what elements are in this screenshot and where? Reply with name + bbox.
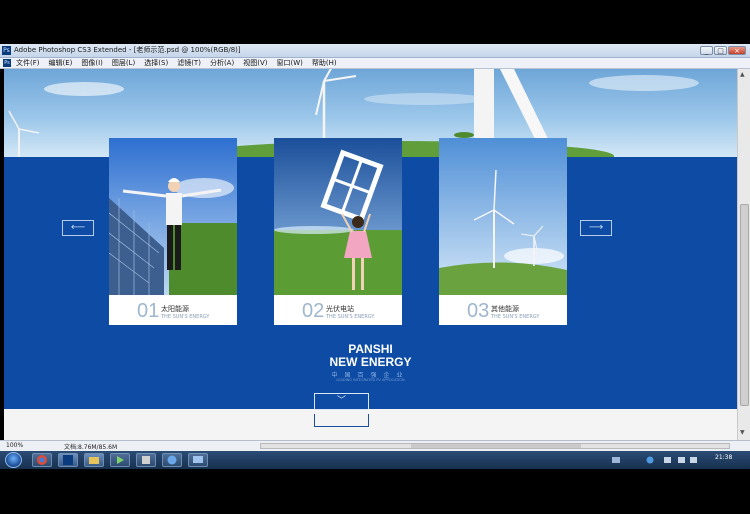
window-title-bar: Ps Adobe Photoshop CS3 Extended - [老师示范.…	[0, 44, 750, 58]
horizontal-scrollbar-thumb[interactable]	[411, 444, 581, 448]
scroll-down-arrow-icon[interactable]: ▼	[740, 429, 745, 436]
document-size: 文档:8.76M/85.6M	[64, 444, 118, 451]
maximize-button[interactable]: □	[714, 46, 727, 55]
chrome-icon[interactable]	[32, 453, 52, 467]
menu-item-layer[interactable]: 图层(L)	[112, 58, 135, 69]
close-button[interactable]: ×	[728, 46, 746, 55]
photoshop-icon[interactable]	[58, 453, 78, 467]
media-icon[interactable]	[110, 453, 130, 467]
status-bar: 100% 文档:8.76M/85.6M	[0, 440, 750, 451]
vertical-scrollbar[interactable]: ▲ ▼	[737, 69, 750, 440]
card-solar-energy[interactable]: 01 太阳能源 THE SUN'S ENERGY	[109, 138, 237, 325]
menu-item-filter[interactable]: 滤镜(T)	[177, 58, 201, 69]
start-button[interactable]	[5, 452, 22, 468]
bottom-white-area	[4, 409, 737, 440]
scroll-down-button[interactable]: ﹀	[314, 393, 369, 410]
card-photo-solar	[109, 138, 237, 295]
taskbar	[0, 451, 750, 469]
menu-item-file[interactable]: 文件(F)	[16, 58, 40, 69]
scrollbar-thumb[interactable]	[740, 204, 749, 406]
horizontal-scrollbar[interactable]	[260, 443, 730, 449]
menu-item-edit[interactable]: 编辑(E)	[49, 58, 73, 69]
card-title: 其他能源	[491, 305, 519, 313]
document-canvas[interactable]: ⟵ ⟶ 01 太阳能源 THE SUN'S ENERGY 02 光伏电站 THE…	[4, 69, 737, 440]
menu-item-analysis[interactable]: 分析(A)	[210, 58, 234, 69]
scroll-up-arrow-icon[interactable]: ▲	[740, 71, 745, 78]
zoom-level[interactable]: 100%	[6, 442, 23, 449]
menu-item-view[interactable]: 视图(V)	[243, 58, 267, 69]
minimize-button[interactable]: _	[700, 46, 713, 55]
card-photo-wind	[439, 138, 567, 295]
photoshop-menu-icon[interactable]: Ps	[3, 59, 11, 67]
help-icon[interactable]	[162, 453, 182, 467]
app-icon[interactable]	[136, 453, 156, 467]
menu-item-help[interactable]: 帮助(H)	[312, 58, 337, 69]
menu-item-select[interactable]: 选择(S)	[144, 58, 168, 69]
card-number: 01	[137, 300, 160, 322]
photoshop-icon: Ps	[2, 46, 11, 55]
card-photo-pv	[274, 138, 402, 295]
card-other-energy[interactable]: 03 其他能源 THE SUN'S ENERGY	[439, 138, 567, 325]
card-subtitle: THE SUN'S ENERGY	[326, 314, 375, 320]
window-title: Adobe Photoshop CS3 Extended - [老师示范.psd…	[14, 46, 241, 54]
screen-icon[interactable]	[188, 453, 208, 467]
card-subtitle: THE SUN'S ENERGY	[161, 314, 210, 320]
scroll-down-button-outline	[314, 414, 369, 427]
card-title: 太阳能源	[161, 305, 189, 313]
menu-item-window[interactable]: 窗口(W)	[276, 58, 302, 69]
brand-name-line2: NEW ENERGY	[329, 355, 412, 369]
folder-icon[interactable]	[84, 453, 104, 467]
brand-tagline: LEADING INTEGRATED PV APPLICATION	[336, 378, 405, 382]
menu-list: 文件(F) 编辑(E) 图像(I) 图层(L) 选择(S) 滤镜(T) 分析(A…	[16, 58, 337, 69]
card-pv-station[interactable]: 02 光伏电站 THE SUN'S ENERGY	[274, 138, 402, 325]
card-subtitle: THE SUN'S ENERGY	[491, 314, 540, 320]
card-number: 02	[302, 300, 325, 322]
card-title: 光伏电站	[326, 305, 354, 313]
menu-item-image[interactable]: 图像(I)	[81, 58, 103, 69]
prev-arrow-button[interactable]: ⟵	[62, 220, 94, 236]
next-arrow-button[interactable]: ⟶	[580, 220, 612, 236]
menu-bar: Ps 文件(F) 编辑(E) 图像(I) 图层(L) 选择(S) 滤镜(T) 分…	[0, 58, 750, 69]
taskbar-clock: 21:38	[715, 454, 733, 461]
card-number: 03	[467, 300, 490, 322]
